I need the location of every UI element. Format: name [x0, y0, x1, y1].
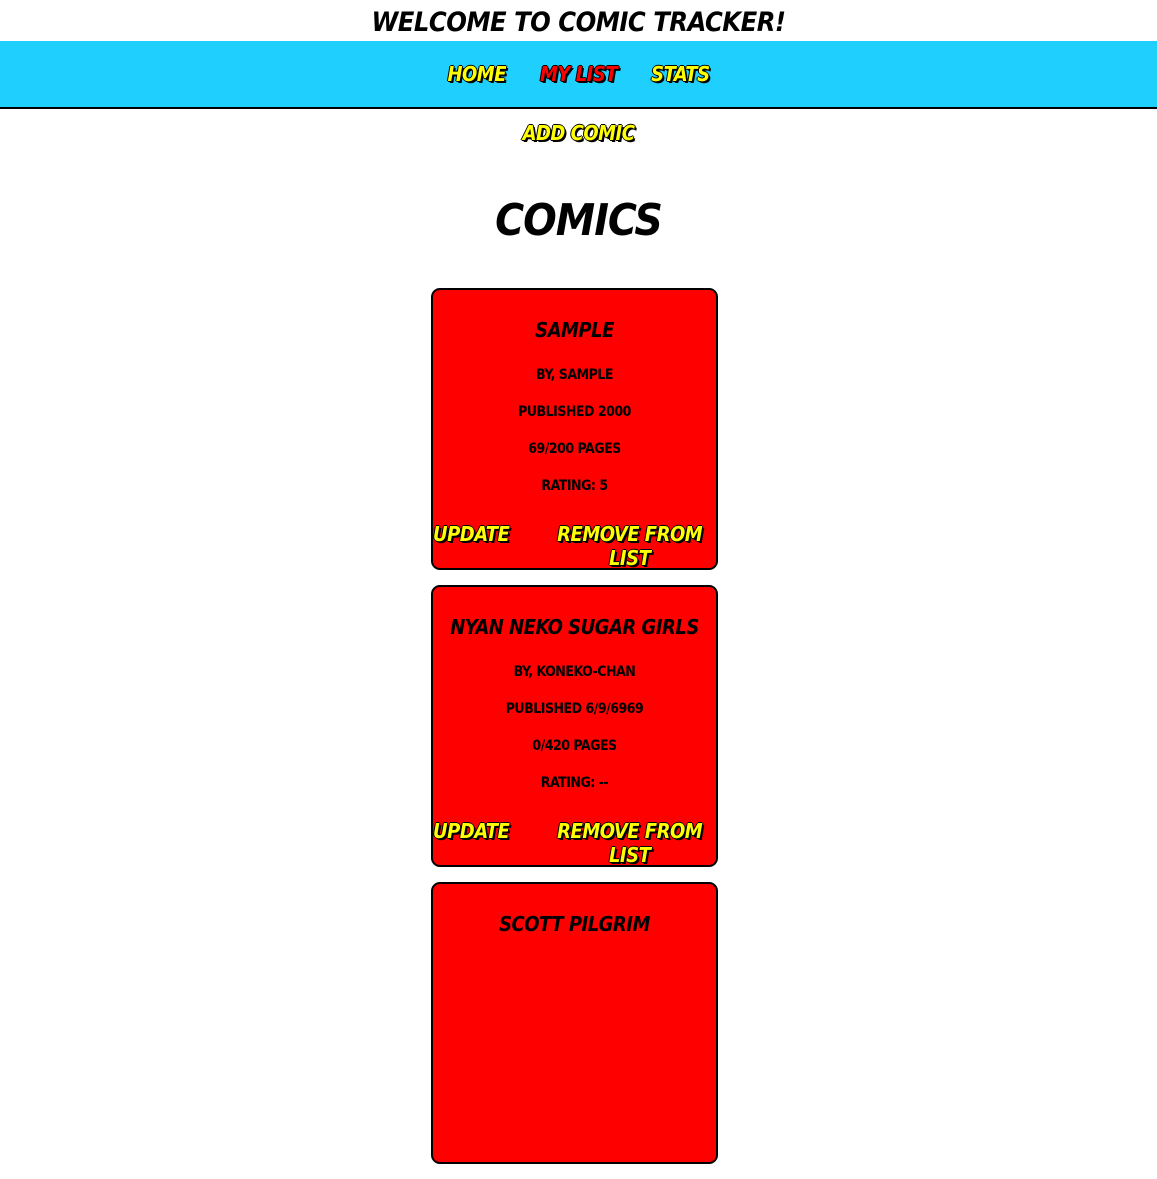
comic-card: Scott Pilgrim	[431, 882, 718, 1164]
comic-title: Scott Pilgrim	[499, 912, 650, 936]
comic-rating: Rating: 5	[541, 478, 608, 494]
comic-title: Sample	[535, 318, 614, 342]
nav-home-link[interactable]: Home	[447, 62, 506, 86]
comic-author: By, Sample	[535, 367, 614, 383]
page-heading: Comics	[495, 195, 663, 246]
update-button[interactable]: Update	[433, 522, 510, 570]
comic-published: Published 2000	[518, 404, 631, 420]
comic-pages: 69/200 Pages	[528, 441, 621, 457]
nav-my-list-link[interactable]: My List	[540, 62, 618, 86]
comic-card: Nyan Neko Sugar Girls By, Koneko-Chan Pu…	[431, 585, 718, 867]
comic-author: By, Koneko-Chan	[513, 664, 636, 680]
update-button[interactable]: Update	[433, 819, 510, 867]
remove-from-list-button[interactable]: Remove From List	[543, 819, 716, 867]
remove-from-list-button[interactable]: Remove From List	[543, 522, 716, 570]
main-nav: Home My List Stats	[0, 41, 1157, 109]
comic-card-actions: Update Remove From List	[433, 522, 716, 570]
add-comic-link[interactable]: Add Comic	[523, 121, 635, 145]
comic-card-actions: Update Remove From List	[433, 819, 716, 867]
add-comic-row: Add Comic	[0, 121, 1157, 151]
nav-stats-link[interactable]: Stats	[651, 62, 710, 86]
site-title: Welcome to Comic Tracker!	[371, 7, 786, 38]
comic-card-list: Sample By, Sample Published 2000 69/200 …	[431, 288, 718, 1179]
comic-card: Sample By, Sample Published 2000 69/200 …	[431, 288, 718, 570]
comic-title: Nyan Neko Sugar Girls	[450, 615, 699, 639]
comic-rating: Rating: --	[540, 775, 609, 791]
comic-pages: 0/420 Pages	[532, 738, 617, 754]
comic-published: Published 6/9/6969	[505, 701, 644, 717]
